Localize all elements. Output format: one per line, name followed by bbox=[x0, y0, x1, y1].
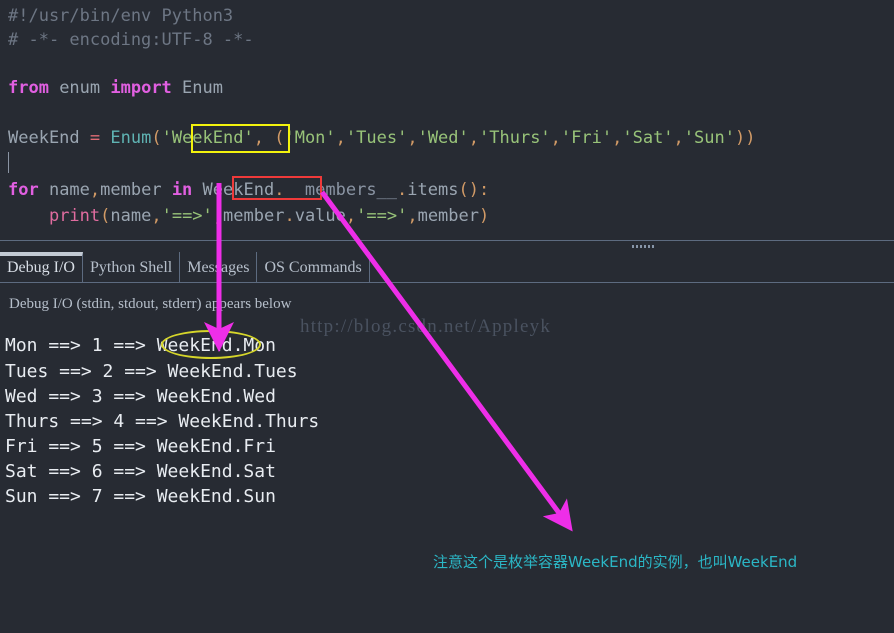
console-hint-label: Debug I/O (stdin, stdout, stderr) appear… bbox=[9, 296, 292, 312]
code-line[interactable]: #!/usr/bin/env Python3 bbox=[8, 4, 233, 28]
code-line[interactable]: from enum import Enum bbox=[8, 76, 223, 100]
console-output-line: Sun ==> 7 ==> WeekEnd.Sun bbox=[5, 486, 276, 507]
code-token: ( bbox=[100, 206, 111, 226]
code-line[interactable] bbox=[8, 152, 18, 176]
code-line[interactable] bbox=[8, 52, 18, 76]
blog-watermark: http://blog.csdn.net/Appleyk bbox=[300, 316, 552, 337]
code-line[interactable]: # -*- encoding:UTF-8 -*- bbox=[8, 28, 254, 52]
code-token: , bbox=[253, 128, 264, 148]
code-token: '==>' bbox=[161, 206, 213, 226]
code-token: 'Sat' bbox=[622, 128, 674, 148]
code-token: # -*- encoding:UTF-8 -*- bbox=[8, 30, 254, 50]
code-token: 'Wed' bbox=[417, 128, 469, 148]
console-output-line: Wed ==> 3 ==> WeekEnd.Wed bbox=[5, 386, 276, 407]
console-output-line: Mon ==> 1 ==> WeekEnd.Mon bbox=[5, 335, 276, 356]
code-token: , bbox=[407, 206, 418, 226]
code-token: 'Sun' bbox=[683, 128, 735, 148]
code-token: , bbox=[468, 128, 480, 148]
code-token: , bbox=[612, 128, 623, 148]
code-line[interactable]: for name,member in WeekEnd.__members__.i… bbox=[8, 178, 489, 202]
console-output-line: Sat ==> 6 ==> WeekEnd.Sat bbox=[5, 461, 276, 482]
console-tab-bar[interactable]: Debug I/O Python Shell Messages OS Commands bbox=[0, 252, 894, 283]
code-token: , bbox=[673, 128, 684, 148]
code-token: WeekEnd bbox=[8, 128, 90, 148]
code-token: __members__ bbox=[284, 180, 398, 200]
code-token: member bbox=[417, 206, 479, 226]
code-token: member bbox=[100, 180, 172, 200]
console-output-line: Fri ==> 5 ==> WeekEnd.Fri bbox=[5, 436, 276, 457]
code-token: ( bbox=[274, 128, 285, 148]
code-token: = bbox=[89, 128, 101, 148]
console-output-line: Thurs ==> 4 ==> WeekEnd.Thurs bbox=[5, 411, 320, 432]
code-token: : bbox=[478, 180, 490, 200]
code-token: name bbox=[110, 206, 152, 226]
tab-debug-i-o[interactable]: Debug I/O bbox=[0, 252, 83, 282]
code-token: enum bbox=[48, 78, 111, 98]
code-token: member bbox=[223, 206, 285, 226]
code-token: ( bbox=[151, 128, 162, 148]
code-token: () bbox=[458, 180, 479, 200]
splitter-grip-icon[interactable] bbox=[632, 245, 654, 248]
code-token: items bbox=[407, 180, 459, 200]
code-token: , bbox=[407, 128, 418, 148]
code-line[interactable]: WeekEnd = Enum('WeekEnd', ('Mon','Tues',… bbox=[8, 126, 755, 150]
code-token: )) bbox=[734, 128, 756, 148]
code-token: , bbox=[89, 180, 101, 200]
console-output-line: Tues ==> 2 ==> WeekEnd.Tues bbox=[5, 361, 298, 382]
code-token: name bbox=[38, 180, 90, 200]
code-token: 'Mon' bbox=[284, 128, 336, 148]
code-token: Enum bbox=[110, 128, 152, 148]
code-token: value bbox=[294, 206, 346, 226]
text-caret bbox=[8, 152, 9, 173]
tab-messages[interactable]: Messages bbox=[180, 252, 258, 282]
code-editor-pane[interactable]: #!/usr/bin/env Python3 # -*- encoding:UTF… bbox=[0, 0, 894, 240]
code-token: . bbox=[284, 206, 295, 226]
code-token: WeekEnd bbox=[192, 180, 275, 200]
code-token: , bbox=[550, 128, 561, 148]
chinese-annotation-note: 注意这个是枚举容器WeekEnd的实例，也叫WeekEnd bbox=[433, 553, 798, 571]
code-token: from bbox=[8, 78, 49, 98]
code-token: , bbox=[335, 128, 346, 148]
code-token: ) bbox=[479, 206, 490, 226]
code-token: 'WeekEnd' bbox=[161, 128, 254, 148]
tab-os-commands[interactable]: OS Commands bbox=[257, 252, 370, 282]
code-token: 'Thurs' bbox=[479, 128, 551, 148]
code-token: , bbox=[345, 206, 357, 226]
code-token: . bbox=[397, 180, 408, 200]
code-token: . bbox=[274, 180, 285, 200]
code-token: import bbox=[110, 78, 172, 98]
code-token: 'Fri' bbox=[560, 128, 613, 148]
screenshot-root: #!/usr/bin/env Python3 # -*- encoding:UTF… bbox=[0, 0, 894, 633]
code-token: , bbox=[151, 206, 162, 226]
code-token: #!/usr/bin/env Python3 bbox=[8, 6, 234, 26]
tab-python-shell[interactable]: Python Shell bbox=[82, 252, 181, 282]
code-line[interactable]: print(name,'==>',member.value,'==>',memb… bbox=[8, 204, 489, 228]
code-line[interactable] bbox=[8, 100, 18, 124]
code-token: for bbox=[8, 180, 39, 200]
code-token: in bbox=[171, 180, 193, 200]
code-token: print bbox=[48, 206, 101, 226]
code-token: Enum bbox=[171, 78, 223, 98]
code-token: 'Tues' bbox=[345, 128, 408, 148]
code-token: '==>' bbox=[356, 206, 408, 226]
code-token: , bbox=[212, 206, 224, 226]
